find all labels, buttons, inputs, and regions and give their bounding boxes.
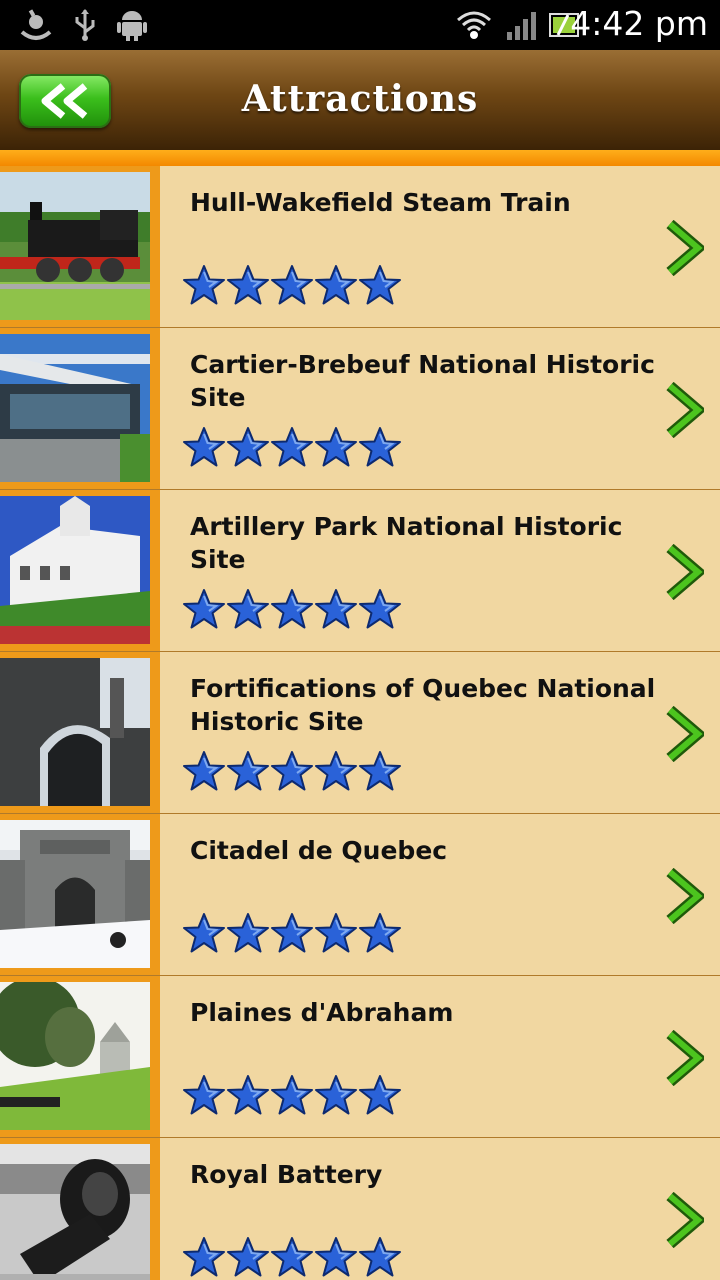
star-icon (358, 588, 402, 630)
museum-building-photo (0, 334, 150, 482)
list-item[interactable]: Artillery Park National Historic Site (0, 490, 720, 652)
chevron-right-icon[interactable] (664, 1191, 707, 1252)
star-icon (314, 588, 358, 630)
item-title: Plaines d'Abraham (190, 998, 454, 1027)
thumbnail-frame (0, 814, 160, 975)
status-time: 4:42 pm (570, 4, 708, 43)
list-item[interactable]: Cartier-Brebeuf National Historic Site (0, 328, 720, 490)
list-item[interactable]: Citadel de Quebec (0, 814, 720, 976)
thumbnail-frame (0, 652, 160, 813)
thumbnail-frame (0, 490, 160, 651)
thumbnail-frame (0, 328, 160, 489)
chevron-right-icon[interactable] (664, 1029, 707, 1090)
star-icon (314, 1074, 358, 1116)
star-icon (226, 426, 270, 468)
star-icon (270, 426, 314, 468)
white-buildings-photo (0, 496, 150, 644)
thumbnail-frame (0, 166, 160, 327)
stone-arch-photo (0, 658, 150, 806)
item-title: Citadel de Quebec (190, 836, 448, 865)
star-icon (358, 912, 402, 954)
list-item[interactable]: Plaines d'Abraham (0, 976, 720, 1138)
star-icon (226, 912, 270, 954)
chevron-right-icon[interactable] (664, 219, 707, 280)
star-icon (182, 912, 226, 954)
citadel-gate-photo (0, 820, 150, 968)
cannon-photo (0, 1144, 150, 1280)
star-icon (226, 1074, 270, 1116)
star-rating (182, 1074, 402, 1116)
star-rating (182, 912, 402, 954)
star-icon (358, 750, 402, 792)
usb-icon (72, 8, 98, 46)
park-photo (0, 982, 150, 1130)
list-item[interactable]: Hull-Wakefield Steam Train (0, 166, 720, 328)
star-icon (182, 264, 226, 306)
star-icon (226, 750, 270, 792)
star-icon (270, 1074, 314, 1116)
star-icon (314, 1236, 358, 1278)
star-rating (182, 426, 402, 468)
item-title: Fortifications of Quebec National Histor… (190, 674, 656, 736)
page-title: Attractions (241, 78, 479, 120)
star-icon (270, 1236, 314, 1278)
item-title: Royal Battery (190, 1160, 383, 1189)
star-icon (358, 426, 402, 468)
star-icon (270, 588, 314, 630)
thumbnail-frame (0, 976, 160, 1137)
star-icon (314, 426, 358, 468)
star-icon (358, 1236, 402, 1278)
app-header: Attractions (0, 50, 720, 150)
star-icon (270, 750, 314, 792)
star-icon (358, 1074, 402, 1116)
chevron-right-icon[interactable] (664, 705, 707, 766)
android-icon (116, 8, 148, 46)
star-rating (182, 588, 402, 630)
debug-icon (18, 8, 54, 46)
star-icon (226, 1236, 270, 1278)
attractions-list: Hull-Wakefield Steam Train Cartier-Brebe… (0, 166, 720, 1280)
item-title: Hull-Wakefield Steam Train (190, 188, 571, 217)
star-icon (270, 264, 314, 306)
star-icon (226, 588, 270, 630)
item-title: Cartier-Brebeuf National Historic Site (190, 350, 655, 412)
header-stripe (0, 150, 720, 166)
star-icon (226, 264, 270, 306)
star-icon (358, 264, 402, 306)
star-rating (182, 264, 402, 306)
star-icon (314, 750, 358, 792)
chevron-right-icon[interactable] (664, 543, 707, 604)
chevron-right-icon[interactable] (664, 867, 707, 928)
item-title: Artillery Park National Historic Site (190, 512, 623, 574)
star-icon (182, 1236, 226, 1278)
star-icon (270, 912, 314, 954)
star-rating (182, 750, 402, 792)
star-rating (182, 1236, 402, 1278)
status-bar: 4:42 pm (0, 0, 720, 50)
list-item[interactable]: Royal Battery (0, 1138, 720, 1280)
steam-train-photo (0, 172, 150, 320)
star-icon (182, 1074, 226, 1116)
chevron-right-icon[interactable] (664, 381, 707, 442)
star-icon (314, 912, 358, 954)
thumbnail-frame (0, 1138, 160, 1280)
list-item[interactable]: Fortifications of Quebec National Histor… (0, 652, 720, 814)
star-icon (314, 264, 358, 306)
star-icon (182, 426, 226, 468)
wifi-icon (456, 8, 492, 46)
signal-icon (506, 8, 538, 46)
star-icon (182, 750, 226, 792)
star-icon (182, 588, 226, 630)
